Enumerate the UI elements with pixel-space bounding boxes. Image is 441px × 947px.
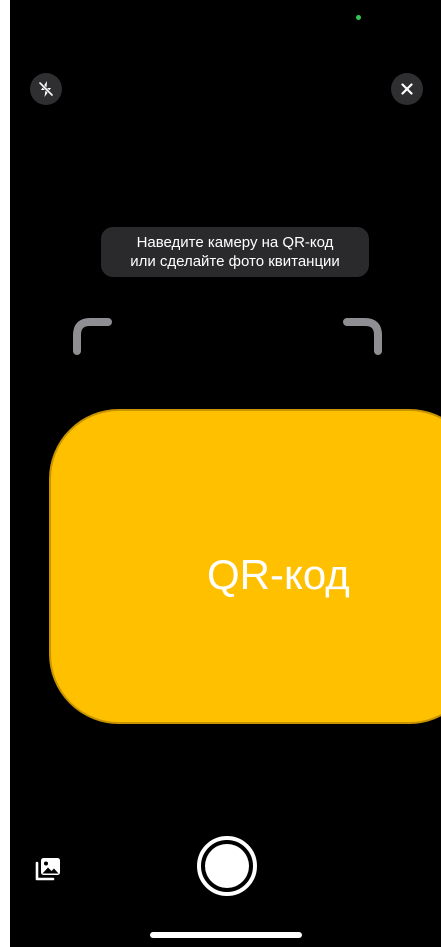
qr-code-label: QR-код: [207, 551, 350, 598]
close-button[interactable]: [391, 73, 423, 105]
viewfinder-corner-top-left: [73, 318, 112, 355]
viewfinder-corner-top-right: [343, 318, 382, 355]
home-indicator[interactable]: [150, 932, 302, 938]
gallery-button[interactable]: [34, 855, 62, 883]
shutter-button[interactable]: [197, 836, 257, 896]
qr-code-card: QR-код: [49, 409, 441, 724]
close-icon: [401, 83, 413, 95]
camera-indicator-icon: [356, 15, 361, 20]
camera-screen: Наведите камеру на QR-код или сделайте ф…: [10, 0, 441, 947]
flash-off-icon: [38, 81, 54, 97]
flash-toggle-button[interactable]: [30, 73, 62, 105]
scan-hint-line1: Наведите камеру на QR-код: [136, 234, 334, 251]
scan-hint-line2: или сделайте фото квитанции: [130, 253, 340, 270]
photo-gallery-icon: [35, 858, 60, 881]
scan-hint: Наведите камеру на QR-код или сделайте ф…: [101, 227, 369, 277]
shutter-icon: [205, 844, 249, 888]
